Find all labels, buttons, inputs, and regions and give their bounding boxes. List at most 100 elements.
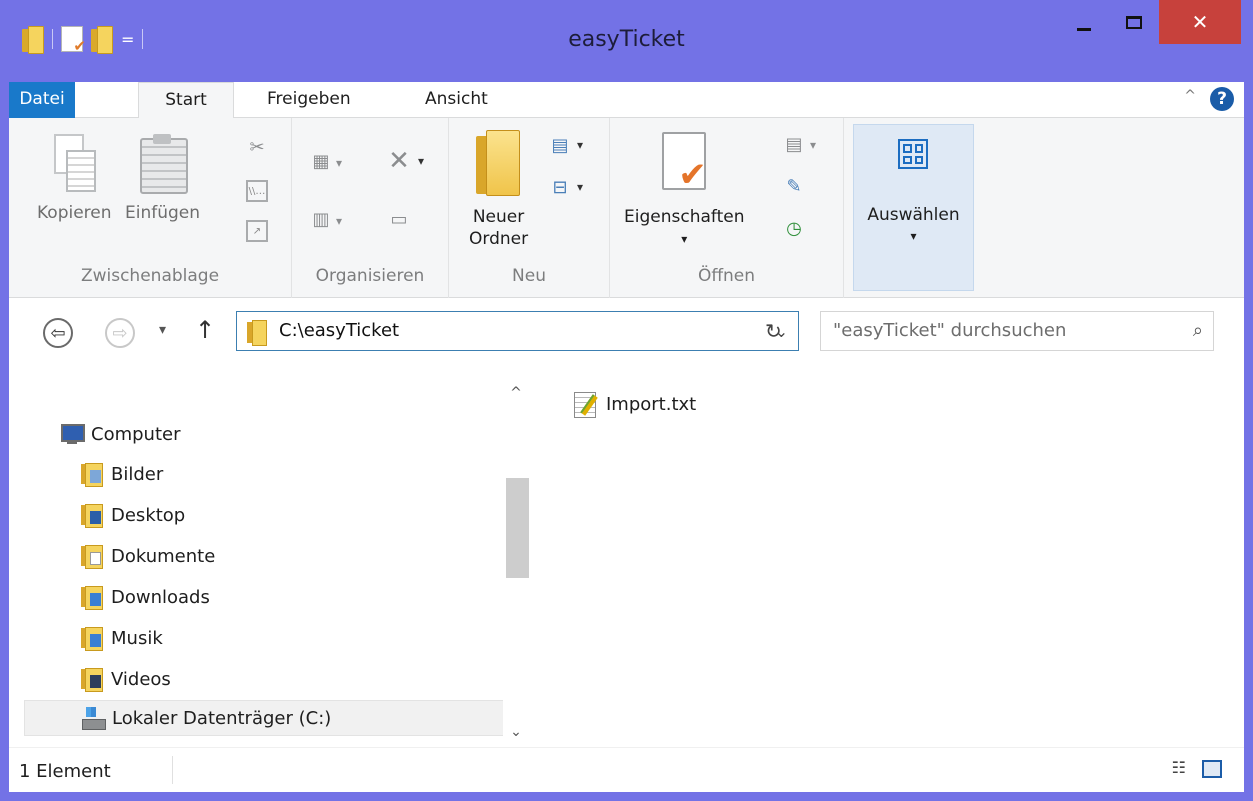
select-icon <box>898 139 928 169</box>
drive-icon <box>82 707 106 730</box>
documents-folder-icon <box>81 545 103 569</box>
properties-icon <box>658 132 710 196</box>
file-name: Import.txt <box>606 393 697 415</box>
title-bar: = easyTicket ✕ <box>0 0 1253 82</box>
tree-item-bilder[interactable]: Bilder <box>81 456 163 492</box>
history-icon[interactable]: ◷ <box>782 216 806 240</box>
chevron-down-icon: ▾ <box>681 232 688 246</box>
new-folder-icon <box>475 130 522 196</box>
easy-access-icon[interactable]: ⊟ <box>547 174 573 200</box>
navpane-scrollbar[interactable]: ^ ⌄ <box>503 368 532 747</box>
scroll-up-button[interactable]: ^ <box>503 378 529 408</box>
tree-item-local-disk[interactable]: Lokaler Datenträger (C:) <box>24 700 521 736</box>
tree-item-computer[interactable]: Computer <box>57 416 180 452</box>
chevron-down-icon: ▾ <box>810 138 817 152</box>
group-label-new: Neu <box>512 266 546 286</box>
navigation-pane: Computer Bilder Desktop Dokumente Downlo… <box>9 368 532 747</box>
folder-icon <box>247 320 267 346</box>
item-count: 1 Element <box>19 761 111 782</box>
downloads-folder-icon <box>81 586 103 610</box>
paste-icon <box>139 134 188 194</box>
tree-item-downloads[interactable]: Downloads <box>81 579 210 615</box>
group-new: Neuer Ordner ▤ ▾ ⊟ ▾ Neu <box>449 118 610 298</box>
tab-freigeben[interactable]: Freigeben <box>247 82 371 118</box>
tree-item-label: Musik <box>111 627 163 649</box>
address-bar[interactable]: C:\easyTicket ⌄ <box>236 311 799 351</box>
desktop-folder-icon <box>81 504 103 528</box>
chevron-down-icon: ▾ <box>418 154 425 168</box>
new-folder-button[interactable]: Neuer Ordner <box>469 130 528 250</box>
tree-item-label: Lokaler Datenträger (C:) <box>112 707 332 729</box>
tree-item-desktop[interactable]: Desktop <box>81 497 185 533</box>
group-label-open: Öffnen <box>697 266 756 286</box>
group-clipboard: Kopieren Einfügen ✂ \\… ↗ Zwischenablage <box>9 118 292 298</box>
new-item-icon[interactable]: ▤ <box>547 132 573 158</box>
chevron-down-icon: ▾ <box>910 229 917 243</box>
copy-icon <box>54 134 97 192</box>
ribbon-tabs: Datei Start Freigeben Ansicht ^ ? <box>9 82 1244 119</box>
address-text[interactable]: C:\easyTicket <box>279 320 399 341</box>
properties-button[interactable]: Eigenschaften ▾ <box>624 132 744 250</box>
status-separator <box>172 756 173 784</box>
paste-shortcut-icon[interactable]: ↗ <box>246 220 268 242</box>
close-button[interactable]: ✕ <box>1159 0 1241 44</box>
scroll-down-button[interactable]: ⌄ <box>503 717 529 747</box>
delete-icon[interactable]: ✕ <box>384 146 414 176</box>
search-icon[interactable]: ⌕ <box>1193 320 1203 341</box>
tree-item-label: Desktop <box>111 504 186 526</box>
minimize-ribbon-button[interactable]: ^ <box>1184 88 1196 104</box>
tab-datei[interactable]: Datei <box>9 82 75 119</box>
back-arrow-icon: ⇦ <box>50 322 66 344</box>
group-label-clipboard: Zwischenablage <box>80 266 220 286</box>
move-to-icon[interactable]: ▦ <box>308 148 334 174</box>
edit-icon[interactable]: ✎ <box>782 174 806 198</box>
file-item[interactable]: Import.txt <box>574 390 696 418</box>
chevron-down-icon: ▾ <box>577 180 584 194</box>
details-view-icon[interactable]: ☷ <box>1172 758 1186 777</box>
tab-ansicht[interactable]: Ansicht <box>405 82 508 118</box>
close-icon: ✕ <box>1191 10 1209 34</box>
copy-label: Kopieren <box>37 203 112 223</box>
pane-splitter[interactable] <box>529 368 538 747</box>
large-icons-view-icon[interactable] <box>1202 760 1222 778</box>
select-button[interactable]: Auswählen ▾ <box>853 124 974 291</box>
computer-icon <box>57 423 85 445</box>
chevron-down-icon: ▾ <box>336 156 343 170</box>
tab-start[interactable]: Start <box>138 82 234 119</box>
rename-icon[interactable]: ▭ <box>384 206 414 232</box>
copy-path-icon[interactable]: \\… <box>246 180 268 202</box>
paste-button[interactable]: Einfügen <box>125 134 200 224</box>
file-list[interactable]: Import.txt <box>538 368 1244 747</box>
music-folder-icon <box>81 627 103 651</box>
back-button[interactable]: ⇦ <box>43 318 73 348</box>
tree-item-label: Computer <box>91 423 181 445</box>
tree-item-dokumente[interactable]: Dokumente <box>81 538 215 574</box>
copy-to-icon[interactable]: ▥ <box>308 206 334 232</box>
tree-item-videos[interactable]: Videos <box>81 661 171 697</box>
open-icon[interactable]: ▤ <box>782 132 806 156</box>
group-organize: ▦ ▾ ▥ ▾ ✕ ▾ ▭ Organisieren <box>292 118 449 298</box>
pictures-folder-icon <box>81 463 103 487</box>
minimize-button[interactable] <box>1059 0 1109 44</box>
maximize-icon <box>1126 15 1142 29</box>
tree-item-label: Videos <box>111 668 171 690</box>
recent-locations-button[interactable]: ▾ <box>159 322 166 338</box>
select-label: Auswählen <box>867 205 960 225</box>
tree-item-label: Downloads <box>111 586 210 608</box>
tree-item-label: Dokumente <box>111 545 216 567</box>
group-label-organize: Organisieren <box>315 266 425 286</box>
tree-item-musik[interactable]: Musik <box>81 620 163 656</box>
refresh-button[interactable]: ↻ <box>765 319 782 343</box>
search-input[interactable]: "easyTicket" durchsuchen ⌕ <box>820 311 1214 351</box>
cut-icon[interactable]: ✂ <box>246 136 268 158</box>
help-icon[interactable]: ? <box>1210 87 1234 111</box>
copy-button[interactable]: Kopieren <box>37 134 112 224</box>
new-folder-label-line2: Ordner <box>469 229 529 249</box>
forward-button[interactable]: ⇨ <box>105 318 135 348</box>
maximize-button[interactable] <box>1109 0 1159 44</box>
explorer-window: = easyTicket ✕ Datei Start Freigeben Ans… <box>0 0 1253 801</box>
new-folder-label-line1: Neuer <box>472 207 525 227</box>
paste-label: Einfügen <box>125 203 201 223</box>
minimize-icon <box>1077 27 1091 31</box>
up-button[interactable]: ↑ <box>195 316 215 344</box>
